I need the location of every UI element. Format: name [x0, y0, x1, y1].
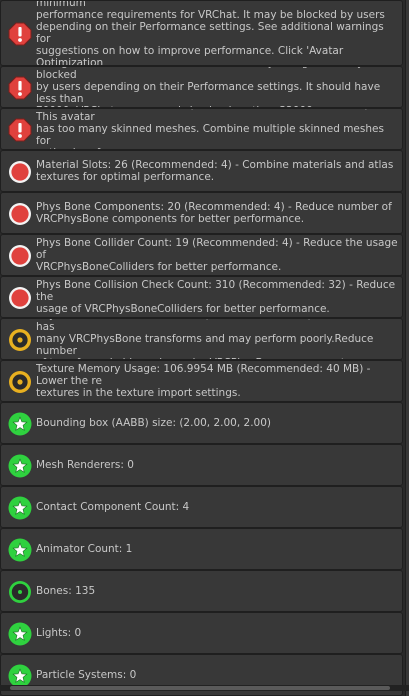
message-row-very-poor: Phys Bone Components: 20 (Recommended: 4… — [0, 192, 409, 234]
red-circle-icon — [8, 286, 32, 310]
message-text: Triangles: 174406 - This avatar has too … — [36, 67, 398, 107]
message-text: Bounding box (AABB) size: (2.00, 2.00, 2… — [36, 403, 398, 443]
message-text: Mesh Renderers: 0 — [36, 445, 398, 485]
message-text-content: Skinned Mesh Renderers: 17 (Maximum: 16,… — [36, 109, 384, 149]
side-panel-edge — [405, 570, 409, 612]
error-exclamation-icon — [8, 118, 32, 142]
red-circle-icon — [8, 160, 32, 184]
message-text-content: Phys Bone Collision Check Count: 310 (Re… — [36, 279, 396, 315]
help-box: Overall Performance: VeryPoor - This ava… — [0, 0, 403, 66]
message-row-poor: Phys Bone Transform Count: 66 (Recommend… — [0, 318, 409, 360]
help-box: Animator Count: 1 — [0, 528, 403, 570]
message-text-content: Phys Bone Components: 20 (Recommended: 4… — [36, 201, 392, 225]
message-text-content: Texture Memory Usage: 106.9954 MB (Recom… — [36, 363, 371, 399]
green-dot-ring-icon — [8, 580, 32, 604]
side-panel-edge — [405, 612, 409, 654]
side-panel-edge — [405, 318, 409, 360]
help-box: Skinned Mesh Renderers: 17 (Maximum: 16,… — [0, 108, 403, 150]
green-star-icon — [8, 412, 32, 436]
message-row-error-alert: Overall Performance: VeryPoor - This ava… — [0, 0, 409, 66]
message-text-content: Bones: 135 — [36, 585, 96, 597]
error-exclamation-icon — [8, 76, 32, 100]
side-panel-edge — [405, 276, 409, 318]
message-text-content: Overall Performance: VeryPoor - This ava… — [36, 1, 385, 65]
message-row-excellent: Lights: 0 — [0, 612, 409, 654]
message-text: Skinned Mesh Renderers: 17 (Maximum: 16,… — [36, 109, 398, 149]
help-box: Phys Bone Collider Count: 19 (Recommende… — [0, 234, 403, 276]
help-box: Phys Bone Components: 20 (Recommended: 4… — [0, 192, 403, 234]
message-text: Phys Bone Collision Check Count: 310 (Re… — [36, 277, 398, 317]
yellow-ring-icon — [8, 328, 32, 352]
help-box: Material Slots: 26 (Recommended: 4) - Co… — [0, 150, 403, 192]
side-panel-edge — [405, 108, 409, 150]
message-row-poor: Texture Memory Usage: 106.9954 MB (Recom… — [0, 360, 409, 402]
message-row-excellent: Mesh Renderers: 0 — [0, 444, 409, 486]
message-row-very-poor: Phys Bone Collider Count: 19 (Recommende… — [0, 234, 409, 276]
side-panel-edge — [405, 192, 409, 234]
help-box: Phys Bone Collision Check Count: 310 (Re… — [0, 276, 403, 318]
red-circle-icon — [8, 202, 32, 226]
side-panel-edge — [405, 66, 409, 108]
side-panel-edge — [405, 360, 409, 402]
message-text-content: Phys Bone Collider Count: 19 (Recommende… — [36, 237, 398, 273]
green-star-icon — [8, 622, 32, 646]
scrollbar-thumb[interactable] — [10, 686, 390, 690]
message-text-content: Contact Component Count: 4 — [36, 501, 190, 513]
message-text: Animator Count: 1 — [36, 529, 398, 569]
message-text: Lights: 0 — [36, 613, 398, 653]
help-box: Bounding box (AABB) size: (2.00, 2.00, 2… — [0, 402, 403, 444]
help-box: Triangles: 174406 - This avatar has too … — [0, 66, 403, 108]
message-text: Contact Component Count: 4 — [36, 487, 398, 527]
side-panel-edge — [405, 528, 409, 570]
message-text-content: Lights: 0 — [36, 627, 82, 639]
green-star-icon — [8, 538, 32, 562]
message-text: Material Slots: 26 (Recommended: 4) - Co… — [36, 151, 398, 191]
message-row-good: Bones: 135 — [0, 570, 409, 612]
help-box: Texture Memory Usage: 106.9954 MB (Recom… — [0, 360, 403, 402]
help-box: Contact Component Count: 4 — [0, 486, 403, 528]
message-text-content: Phys Bone Transform Count: 66 (Recommend… — [36, 319, 381, 359]
message-row-excellent: Contact Component Count: 4 — [0, 486, 409, 528]
message-text-content: Animator Count: 1 — [36, 543, 133, 555]
message-row-excellent: Bounding box (AABB) size: (2.00, 2.00, 2… — [0, 402, 409, 444]
message-text: Texture Memory Usage: 106.9954 MB (Recom… — [36, 361, 398, 401]
message-text: Phys Bone Collider Count: 19 (Recommende… — [36, 235, 398, 275]
message-row-error-alert: Skinned Mesh Renderers: 17 (Maximum: 16,… — [0, 108, 409, 150]
error-exclamation-icon — [8, 22, 32, 46]
message-text: Phys Bone Transform Count: 66 (Recommend… — [36, 319, 398, 359]
message-text-content: Mesh Renderers: 0 — [36, 459, 134, 471]
side-panel-edge — [405, 150, 409, 192]
message-text-content: Particle Systems: 0 — [36, 669, 137, 681]
side-panel-edge — [405, 402, 409, 444]
side-panel-edge — [405, 486, 409, 528]
message-row-excellent: Animator Count: 1 — [0, 528, 409, 570]
help-box: Mesh Renderers: 0 — [0, 444, 403, 486]
message-text-content: Bounding box (AABB) size: (2.00, 2.00, 2… — [36, 417, 272, 429]
message-text-content: Material Slots: 26 (Recommended: 4) - Co… — [36, 159, 394, 183]
red-circle-icon — [8, 244, 32, 268]
message-text: Phys Bone Components: 20 (Recommended: 4… — [36, 193, 398, 233]
yellow-ring-icon — [8, 370, 32, 394]
green-star-icon — [8, 454, 32, 478]
message-row-very-poor: Phys Bone Collision Check Count: 310 (Re… — [0, 276, 409, 318]
message-row-very-poor: Material Slots: 26 (Recommended: 4) - Co… — [0, 150, 409, 192]
help-box: Bones: 135 — [0, 570, 403, 612]
message-text-content: Triangles: 174406 - This avatar has too … — [36, 67, 381, 107]
horizontal-scrollbar[interactable] — [0, 685, 409, 691]
green-star-icon — [8, 496, 32, 520]
help-box: Lights: 0 — [0, 612, 403, 654]
side-panel-edge — [405, 444, 409, 486]
help-box: Phys Bone Transform Count: 66 (Recommend… — [0, 318, 403, 360]
side-panel-edge — [405, 0, 409, 66]
message-row-error-alert: Triangles: 174406 - This avatar has too … — [0, 66, 409, 108]
side-panel-edge — [405, 234, 409, 276]
message-text: Bones: 135 — [36, 571, 398, 611]
message-text: Overall Performance: VeryPoor - This ava… — [36, 1, 398, 65]
